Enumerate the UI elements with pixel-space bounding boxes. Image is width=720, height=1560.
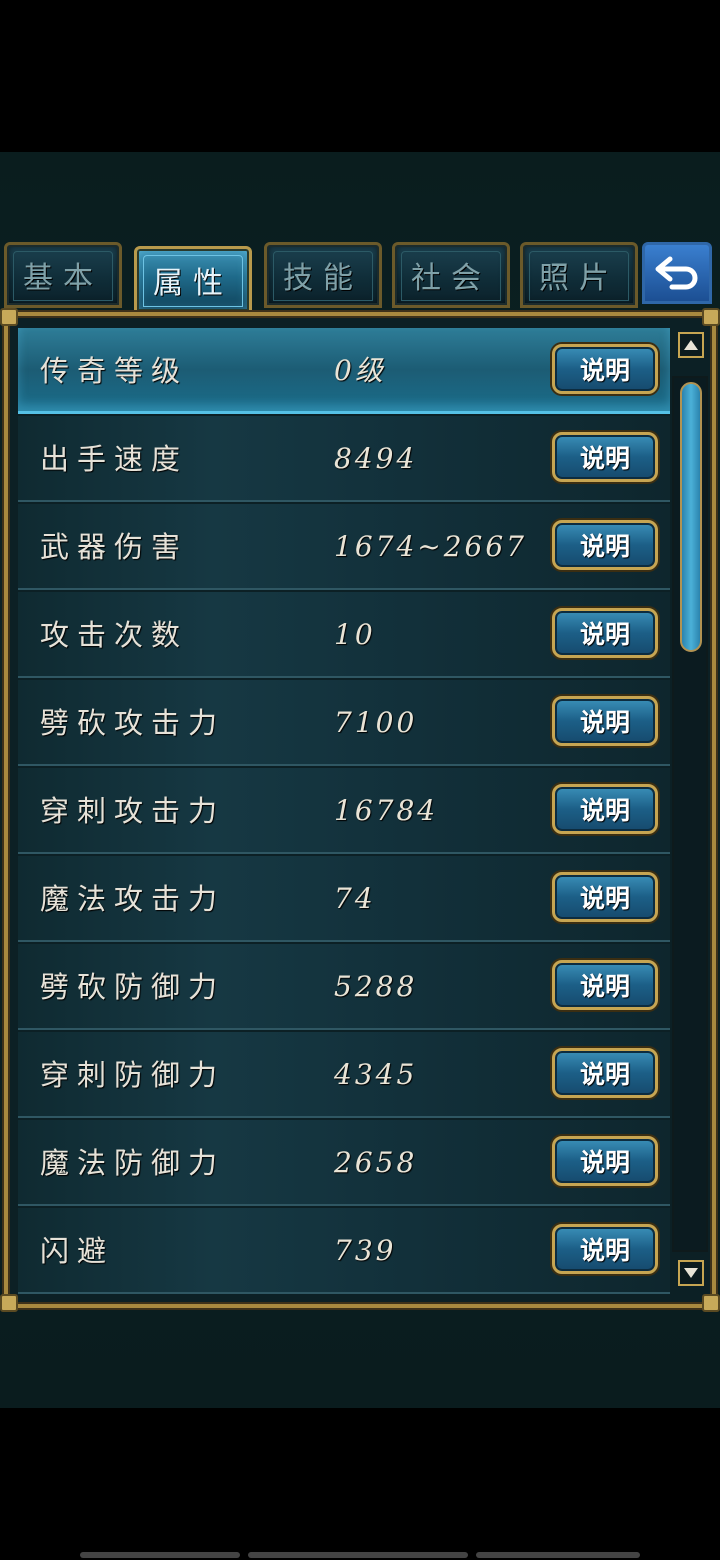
attribute-label: 出手速度 [40,442,189,476]
tab-basic[interactable]: 基本 [4,242,122,308]
attribute-label: 穿刺攻击力 [40,794,226,828]
info-button[interactable]: 说明 [552,1136,658,1186]
attribute-value: 0级 [334,354,386,387]
attribute-value: 16784 [334,794,439,827]
info-button[interactable]: 说明 [552,520,658,570]
attribute-row-pierce-defense[interactable]: 穿刺防御力 4345 说明 [18,1032,670,1118]
tab-skills-label: 技能 [283,261,363,296]
back-arrow-icon [655,256,698,290]
attribute-label: 攻击次数 [40,618,189,652]
back-button[interactable] [642,242,712,304]
attribute-value: 4345 [334,1058,418,1091]
info-button[interactable]: 说明 [552,608,658,658]
attribute-window: 基本 属性 技能 社会 照片 传奇等级 0级 说明 出手速度 8494 说明 武… [0,152,720,1408]
tab-basic-label: 基本 [23,261,103,296]
attribute-row-dodge[interactable]: 闪避 739 说明 [18,1208,670,1294]
tab-attributes[interactable]: 属性 [134,246,252,314]
tab-photo-label: 照片 [539,261,619,296]
attribute-label: 劈砍攻击力 [40,706,226,740]
attribute-value: 1674~2667 [334,530,527,563]
info-button[interactable]: 说明 [552,784,658,834]
scroll-down-button[interactable] [678,1260,704,1286]
attribute-value: 7100 [334,706,418,739]
attribute-value: 739 [334,1234,397,1267]
tab-attributes-label: 属性 [153,266,233,301]
attribute-value: 5288 [334,970,418,1003]
corner-ornament [702,308,720,326]
attribute-row-legend-level[interactable]: 传奇等级 0级 说明 [18,328,670,414]
tab-social-label: 社会 [411,261,491,296]
tab-social[interactable]: 社会 [392,242,510,308]
scrollbar-thumb[interactable] [680,382,702,652]
info-button[interactable]: 说明 [552,1224,658,1274]
scroll-up-button[interactable] [678,332,704,358]
attribute-label: 传奇等级 [40,354,189,388]
attribute-row-pierce-attack[interactable]: 穿刺攻击力 16784 说明 [18,768,670,854]
attribute-value: 8494 [334,442,418,475]
attribute-row-attack-speed[interactable]: 出手速度 8494 说明 [18,416,670,502]
corner-ornament [0,1294,18,1312]
attribute-label: 劈砍防御力 [40,970,226,1004]
nav-bar-segment [248,1552,468,1558]
info-button[interactable]: 说明 [552,432,658,482]
info-button[interactable]: 说明 [552,872,658,922]
attribute-row-weapon-damage[interactable]: 武器伤害 1674~2667 说明 [18,504,670,590]
attribute-label: 魔法防御力 [40,1146,226,1180]
attribute-label: 武器伤害 [40,530,189,564]
info-button[interactable]: 说明 [552,960,658,1010]
corner-ornament [702,1294,720,1312]
attribute-label: 魔法攻击力 [40,882,226,916]
attribute-value: 2658 [334,1146,418,1179]
attribute-label: 穿刺防御力 [40,1058,226,1092]
attribute-row-magic-attack[interactable]: 魔法攻击力 74 说明 [18,856,670,942]
attribute-value: 74 [334,882,376,915]
attribute-row-attack-count[interactable]: 攻击次数 10 说明 [18,592,670,678]
nav-bar-segment [476,1552,640,1558]
attribute-panel: 传奇等级 0级 说明 出手速度 8494 说明 武器伤害 1674~2667 说… [0,308,720,1312]
info-button[interactable]: 说明 [552,344,658,394]
attribute-list[interactable]: 传奇等级 0级 说明 出手速度 8494 说明 武器伤害 1674~2667 说… [18,328,670,1298]
triangle-down-icon [684,1268,698,1278]
corner-ornament [0,308,18,326]
attribute-row-magic-defense[interactable]: 魔法防御力 2658 说明 [18,1120,670,1206]
nav-bar-segment [80,1552,240,1558]
attribute-label: 闪避 [40,1234,115,1268]
info-button[interactable]: 说明 [552,1048,658,1098]
info-button[interactable]: 说明 [552,696,658,746]
attribute-row-slash-defense[interactable]: 劈砍防御力 5288 说明 [18,944,670,1030]
triangle-up-icon [684,340,698,350]
attribute-row-slash-attack[interactable]: 劈砍攻击力 7100 说明 [18,680,670,766]
attribute-value: 10 [334,618,376,651]
scrollbar-track[interactable] [672,376,708,1252]
tab-bar: 基本 属性 技能 社会 照片 [4,242,716,314]
screen: 基本 属性 技能 社会 照片 传奇等级 0级 说明 出手速度 8494 说明 武… [0,0,720,1560]
tab-skills[interactable]: 技能 [264,242,382,308]
tab-photo[interactable]: 照片 [520,242,638,308]
